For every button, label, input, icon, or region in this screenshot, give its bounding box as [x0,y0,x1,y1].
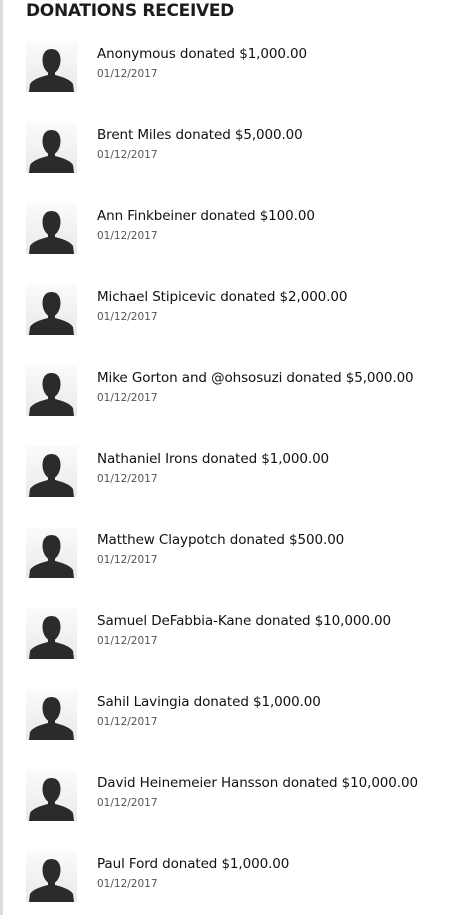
donor-name-amount: Sahil Lavingia donated $1,000.00 [97,694,321,710]
user-silhouette-icon [29,535,74,578]
donor-name-amount: David Heinemeier Hansson donated $10,000… [97,775,418,791]
user-silhouette-icon [29,859,74,902]
user-silhouette-icon [29,778,74,821]
user-silhouette-icon [29,49,74,92]
avatar [26,527,77,578]
donation-item: Paul Ford donated $1,000.00 01/12/2017 [0,851,451,911]
donation-date: 01/12/2017 [97,797,158,809]
donation-item: Samuel DeFabbia-Kane donated $10,000.00 … [0,608,451,668]
donation-date: 01/12/2017 [97,473,158,485]
donor-name-amount: Anonymous donated $1,000.00 [97,46,308,62]
donor-name-amount: Mike Gorton and @ohsosuzi donated $5,000… [97,370,414,386]
donation-item: Nathaniel Irons donated $1,000.00 01/12/… [0,446,451,506]
donor-name-amount: Samuel DeFabbia-Kane donated $10,000.00 [97,613,391,629]
donor-name-amount: Michael Stipicevic donated $2,000.00 [97,289,348,305]
donor-name-amount: Brent Miles donated $5,000.00 [97,127,303,143]
donation-date: 01/12/2017 [97,554,158,566]
avatar [26,770,77,821]
donation-date: 01/12/2017 [97,149,158,161]
donor-name-amount: Matthew Claypotch donated $500.00 [97,532,345,548]
donation-date: 01/12/2017 [97,716,158,728]
donation-date: 01/12/2017 [97,68,158,80]
donation-item: David Heinemeier Hansson donated $10,000… [0,770,451,830]
donation-date: 01/12/2017 [97,392,158,404]
donation-item: Sahil Lavingia donated $1,000.00 01/12/2… [0,689,451,749]
donations-heading: DONATIONS RECEIVED [26,1,234,21]
donation-item: Michael Stipicevic donated $2,000.00 01/… [0,284,451,344]
donation-date: 01/12/2017 [97,878,158,890]
donor-name-amount: Ann Finkbeiner donated $100.00 [97,208,315,224]
user-silhouette-icon [29,616,74,659]
avatar [26,446,77,497]
donation-item: Brent Miles donated $5,000.00 01/12/2017 [0,122,451,182]
avatar [26,365,77,416]
donation-item: Anonymous donated $1,000.00 01/12/2017 [0,41,451,101]
donation-item: Matthew Claypotch donated $500.00 01/12/… [0,527,451,587]
avatar [26,689,77,740]
avatar [26,203,77,254]
avatar [26,122,77,173]
user-silhouette-icon [29,697,74,740]
donor-name-amount: Paul Ford donated $1,000.00 [97,856,290,872]
donation-date: 01/12/2017 [97,230,158,242]
donor-name-amount: Nathaniel Irons donated $1,000.00 [97,451,330,467]
donations-panel: DONATIONS RECEIVED Anonymous donated $1,… [0,0,451,915]
avatar [26,284,77,335]
donation-date: 01/12/2017 [97,635,158,647]
avatar [26,851,77,902]
avatar [26,608,77,659]
user-silhouette-icon [29,373,74,416]
donation-date: 01/12/2017 [97,311,158,323]
user-silhouette-icon [29,130,74,173]
donation-item: Mike Gorton and @ohsosuzi donated $5,000… [0,365,451,425]
user-silhouette-icon [29,454,74,497]
donation-item: Ann Finkbeiner donated $100.00 01/12/201… [0,203,451,263]
user-silhouette-icon [29,292,74,335]
user-silhouette-icon [29,211,74,254]
avatar [26,41,77,92]
